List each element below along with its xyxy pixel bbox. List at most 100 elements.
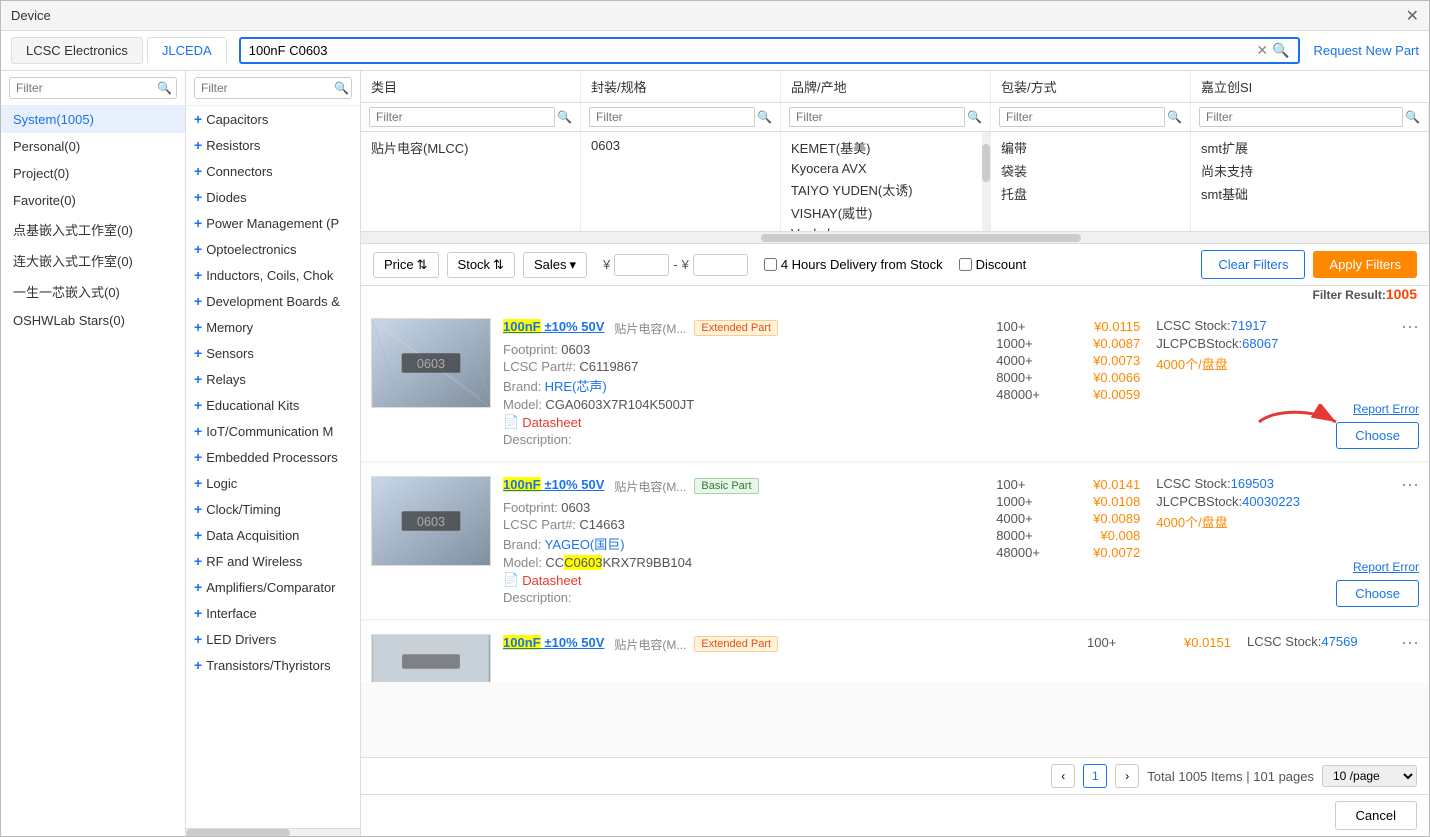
mid-scrollbar[interactable] — [186, 828, 360, 836]
per-page-select[interactable]: 10 /page20 /page50 /page — [1322, 765, 1417, 787]
product-title-1[interactable]: 100nF ±10% 50V — [503, 318, 604, 334]
delivery-checkbox[interactable] — [764, 258, 777, 271]
mid-nav-item-devboards[interactable]: +Development Boards & — [186, 288, 360, 314]
cancel-button[interactable]: Cancel — [1335, 801, 1417, 830]
price-max-input[interactable] — [693, 254, 748, 276]
mid-nav-item-led[interactable]: +LED Drivers — [186, 626, 360, 652]
jlcpcb-stock-link-1[interactable]: 68067 — [1242, 336, 1278, 351]
packaging-value-tupan[interactable]: 托盘 — [1001, 182, 1180, 205]
mid-nav-item-inductors[interactable]: +Inductors, Coils, Chok — [186, 262, 360, 288]
left-nav-item-lianda[interactable]: 连大嵌入式工作室(0) — [1, 245, 185, 276]
mid-nav-item-transistors[interactable]: +Transistors/Thyristors — [186, 652, 360, 678]
search-input[interactable] — [249, 43, 1253, 58]
apply-filters-button[interactable]: Apply Filters — [1313, 251, 1417, 278]
pkg-filter-input[interactable] — [589, 107, 755, 127]
mid-nav-item-sensors[interactable]: +Sensors — [186, 340, 360, 366]
pkg-value-0603[interactable]: 0603 — [591, 136, 770, 155]
product-thumb-2[interactable]: 0603 — [371, 476, 491, 566]
clear-filters-button[interactable]: Clear Filters — [1201, 250, 1305, 279]
cat-filter-input[interactable] — [369, 107, 555, 127]
lcsc-stock-link-2[interactable]: 169503 — [1231, 476, 1274, 491]
mid-nav-item-embedded[interactable]: +Embedded Processors — [186, 444, 360, 470]
brand-value-venkel[interactable]: Venkel — [791, 224, 980, 231]
brand-link-1[interactable]: HRE(芯声) — [545, 379, 607, 394]
more-button-1[interactable]: ··· — [1401, 316, 1419, 337]
mid-nav-item-capacitors[interactable]: +Capacitors — [186, 106, 360, 132]
left-nav-item-project[interactable]: Project(0) — [1, 160, 185, 187]
jlc-value-not-support[interactable]: 尚未支持 — [1201, 159, 1418, 182]
choose-button-2[interactable]: Choose — [1336, 580, 1419, 607]
product-title-3[interactable]: 100nF ±10% 50V — [503, 634, 604, 650]
left-nav-item-dianji[interactable]: 点基嵌入式工作室(0) — [1, 214, 185, 245]
report-error-link-1[interactable]: Report Error — [1353, 402, 1419, 416]
more-button-2[interactable]: ··· — [1401, 474, 1419, 495]
brand-value-vishay[interactable]: VISHAY(威世) — [791, 201, 980, 224]
left-filter-input[interactable] — [9, 77, 177, 99]
mid-nav-item-data-acq[interactable]: +Data Acquisition — [186, 522, 360, 548]
clear-search-icon[interactable]: ✕ — [1256, 42, 1268, 59]
request-new-part-button[interactable]: Request New Part — [1314, 43, 1420, 58]
mid-nav-item-interface[interactable]: +Interface — [186, 600, 360, 626]
sales-sort-button[interactable]: Sales ▾ — [523, 252, 587, 278]
jlcpcb-stock-link-2[interactable]: 40030223 — [1242, 494, 1300, 509]
brand-col-values: KEMET(基美) Kyocera AVX TAIYO YUDEN(太诱) VI… — [781, 132, 991, 231]
h-scrollbar[interactable] — [361, 232, 1429, 244]
lcsc-stock-link-1[interactable]: 71917 — [1231, 318, 1267, 333]
mid-nav-item-power[interactable]: +Power Management (P — [186, 210, 360, 236]
mid-nav-item-clock[interactable]: +Clock/Timing — [186, 496, 360, 522]
brand-link-2[interactable]: YAGEO(国巨) — [545, 537, 625, 552]
discount-checkbox[interactable] — [959, 258, 972, 271]
mid-nav-item-connectors[interactable]: +Connectors — [186, 158, 360, 184]
packaging-filter-input[interactable] — [999, 107, 1165, 127]
more-button-3[interactable]: ··· — [1401, 632, 1419, 653]
tab-jlceda[interactable]: JLCEDA — [147, 37, 227, 64]
product-title-2[interactable]: 100nF ±10% 50V — [503, 476, 604, 492]
mid-nav-item-diodes[interactable]: +Diodes — [186, 184, 360, 210]
mid-filter-input[interactable] — [194, 77, 352, 99]
mid-nav-item-relays[interactable]: +Relays — [186, 366, 360, 392]
left-nav-item-system[interactable]: System(1005) — [1, 106, 185, 133]
price-sort-button[interactable]: Price ⇅ — [373, 252, 439, 278]
product-footprint-2: Footprint: 0603 — [503, 500, 976, 515]
packaging-value-biandai[interactable]: 编带 — [1001, 136, 1180, 159]
mid-nav-item-memory[interactable]: +Memory — [186, 314, 360, 340]
discount-checkbox-label[interactable]: Discount — [959, 257, 1027, 272]
lcsc-stock-link-3[interactable]: 47569 — [1321, 634, 1357, 649]
product-thumb-3[interactable] — [371, 634, 491, 682]
tab-lcsc[interactable]: LCSC Electronics — [11, 37, 143, 64]
choose-button-1[interactable]: Choose — [1336, 422, 1419, 449]
mid-nav-item-iot[interactable]: +IoT/Communication M — [186, 418, 360, 444]
brand-filter-input[interactable] — [789, 107, 965, 127]
left-nav-item-oshwlab[interactable]: OSHWLab Stars(0) — [1, 307, 185, 334]
stock-sort-button[interactable]: Stock ⇅ — [447, 252, 515, 278]
mid-nav-item-rf[interactable]: +RF and Wireless — [186, 548, 360, 574]
search-icon[interactable]: 🔍 — [1272, 42, 1289, 59]
brand-value-taiyo[interactable]: TAIYO YUDEN(太诱) — [791, 178, 980, 201]
report-error-link-2[interactable]: Report Error — [1353, 560, 1419, 574]
datasheet-link-1[interactable]: 📄 Datasheet — [503, 414, 581, 430]
mid-nav-item-opto[interactable]: +Optoelectronics — [186, 236, 360, 262]
cat-value-mlcc[interactable]: 贴片电容(MLCC) — [371, 136, 570, 159]
brand-value-kyocera[interactable]: Kyocera AVX — [791, 159, 980, 178]
jlc-filter-input[interactable] — [1199, 107, 1403, 127]
packaging-value-daizhuang[interactable]: 袋装 — [1001, 159, 1180, 182]
mid-nav-item-edu[interactable]: +Educational Kits — [186, 392, 360, 418]
datasheet-link-2[interactable]: 📄 Datasheet — [503, 572, 581, 588]
mid-nav-item-resistors[interactable]: +Resistors — [186, 132, 360, 158]
jlc-value-smt-expand[interactable]: smt扩展 — [1201, 136, 1418, 159]
left-nav-item-yisheng[interactable]: 一生一芯嵌入式(0) — [1, 276, 185, 307]
brand-scrollbar[interactable] — [982, 132, 990, 231]
next-page-button[interactable]: › — [1115, 764, 1139, 788]
jlc-value-smt-basic[interactable]: smt基础 — [1201, 182, 1418, 205]
product-thumb-1[interactable]: 0603 — [371, 318, 491, 408]
left-nav-item-favorite[interactable]: Favorite(0) — [1, 187, 185, 214]
prev-page-button[interactable]: ‹ — [1051, 764, 1075, 788]
packaging-filter-cell: 🔍 — [991, 103, 1191, 131]
brand-value-kemet[interactable]: KEMET(基美) — [791, 136, 980, 159]
delivery-checkbox-label[interactable]: 4 Hours Delivery from Stock — [764, 257, 943, 272]
mid-nav-item-amp[interactable]: +Amplifiers/Comparator — [186, 574, 360, 600]
price-min-input[interactable] — [614, 254, 669, 276]
close-button[interactable]: ✕ — [1406, 6, 1419, 26]
left-nav-item-personal[interactable]: Personal(0) — [1, 133, 185, 160]
mid-nav-item-logic[interactable]: +Logic — [186, 470, 360, 496]
